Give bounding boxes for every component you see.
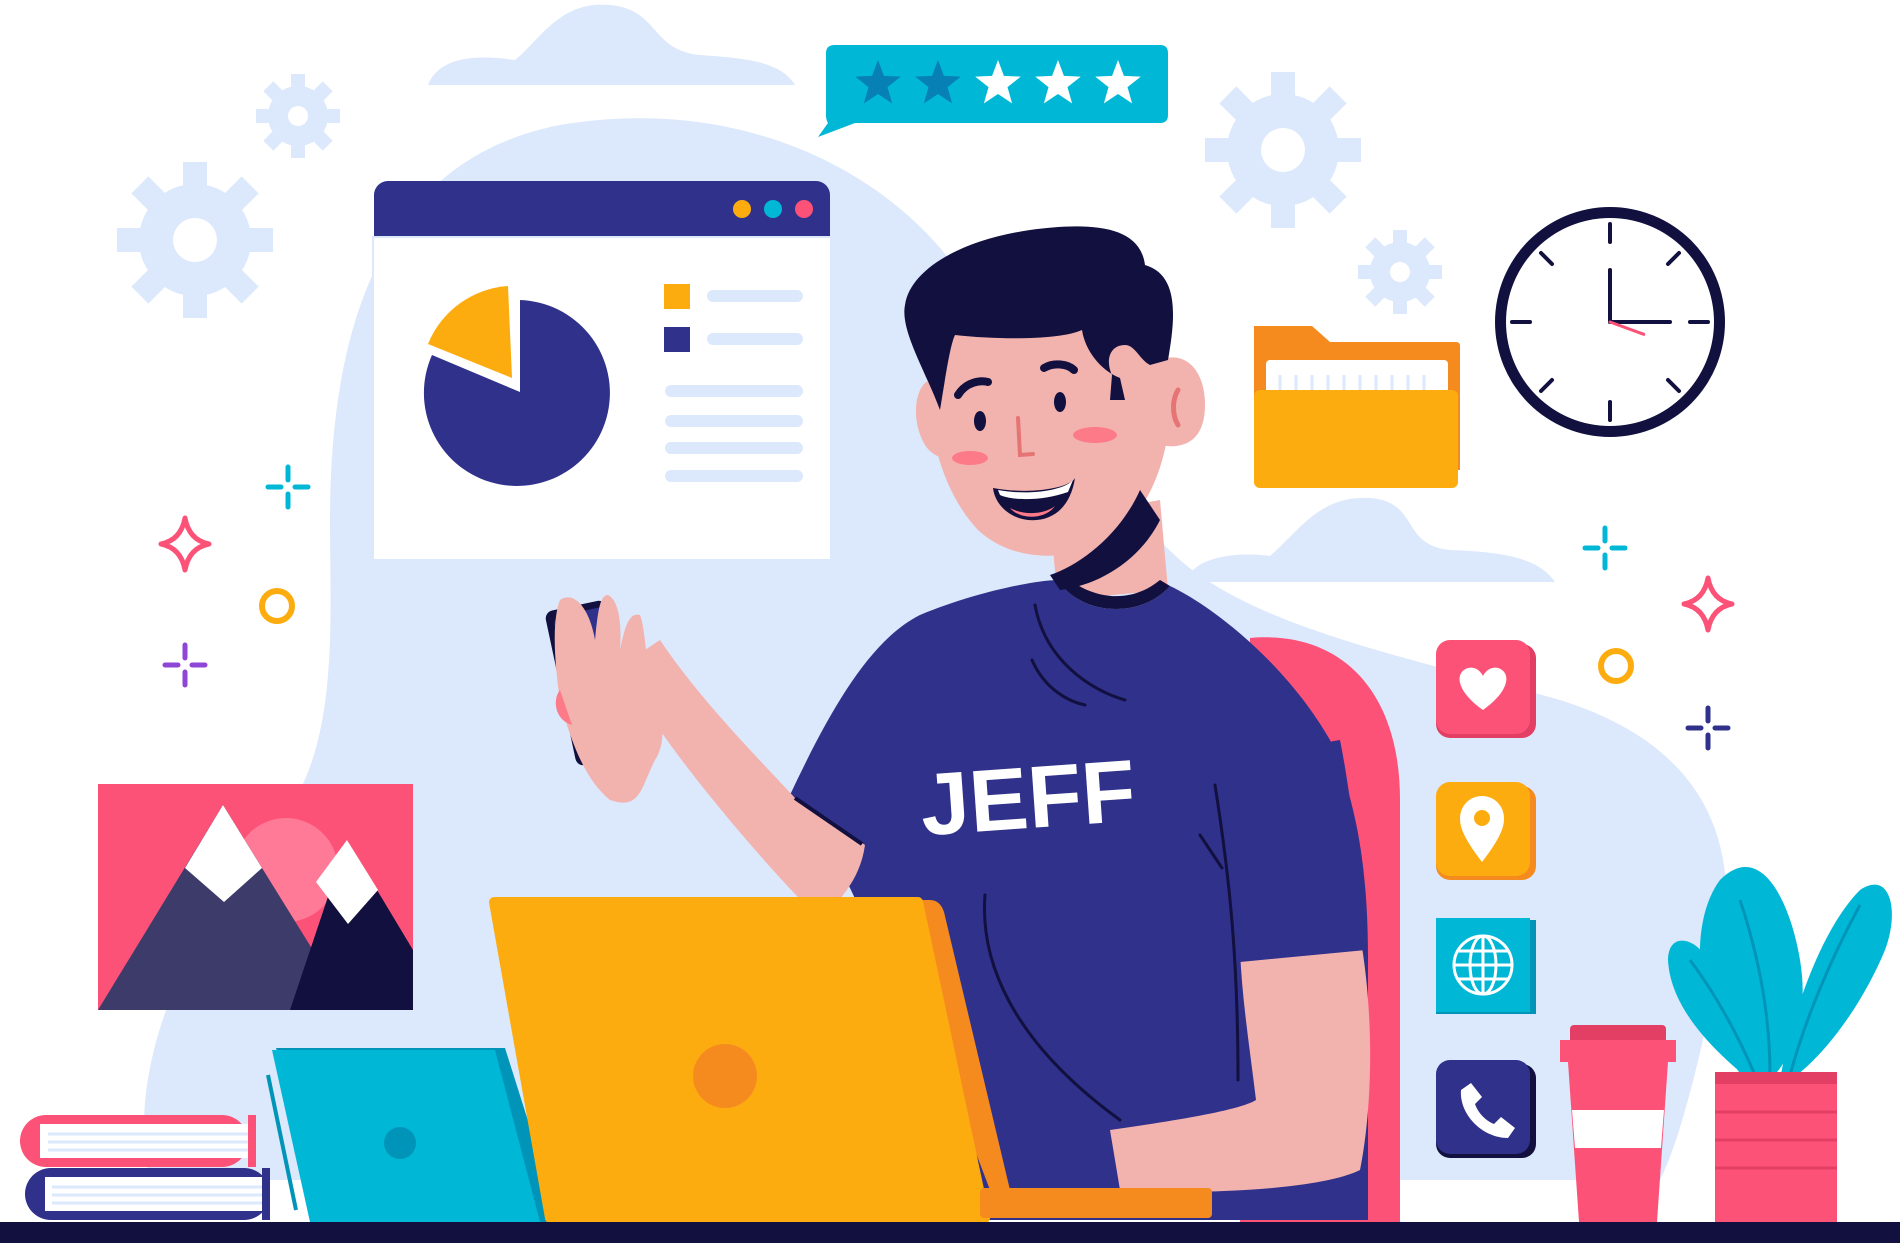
- gear-icon: [256, 74, 340, 158]
- ring-decoration: [1598, 648, 1634, 684]
- desk: [0, 1222, 1900, 1243]
- window-dot-cyan: [764, 200, 782, 218]
- dashboard-window: [372, 181, 832, 561]
- folder-icon: [1254, 326, 1460, 488]
- phone-icon: [1436, 1060, 1536, 1158]
- cloud-right: [1185, 497, 1555, 582]
- legend-swatch-yellow: [664, 284, 690, 309]
- window-dot-yellow: [733, 200, 751, 218]
- gear-icon: [1205, 72, 1361, 228]
- clock-icon: [1495, 207, 1725, 437]
- gear-icon: [1358, 230, 1442, 314]
- shirt-name: JEFF: [917, 741, 1139, 855]
- gear-icon: [117, 162, 273, 318]
- heart-icon: [1436, 640, 1536, 738]
- window-dot-pink: [795, 200, 813, 218]
- globe-icon: [1436, 918, 1536, 1014]
- ring-decoration: [259, 588, 295, 624]
- cloud-top: [428, 4, 795, 85]
- location-pin-icon: [1436, 782, 1536, 880]
- coffee-cup: [1560, 1025, 1676, 1222]
- mountain-picture: [98, 784, 413, 1010]
- laptop-logo: [693, 1044, 757, 1108]
- rating-bubble: [818, 45, 1168, 137]
- illustration-canvas: JEFF: [0, 4, 1900, 1243]
- legend-swatch-navy: [664, 327, 690, 352]
- illustration: JEFF: [0, 0, 1900, 1243]
